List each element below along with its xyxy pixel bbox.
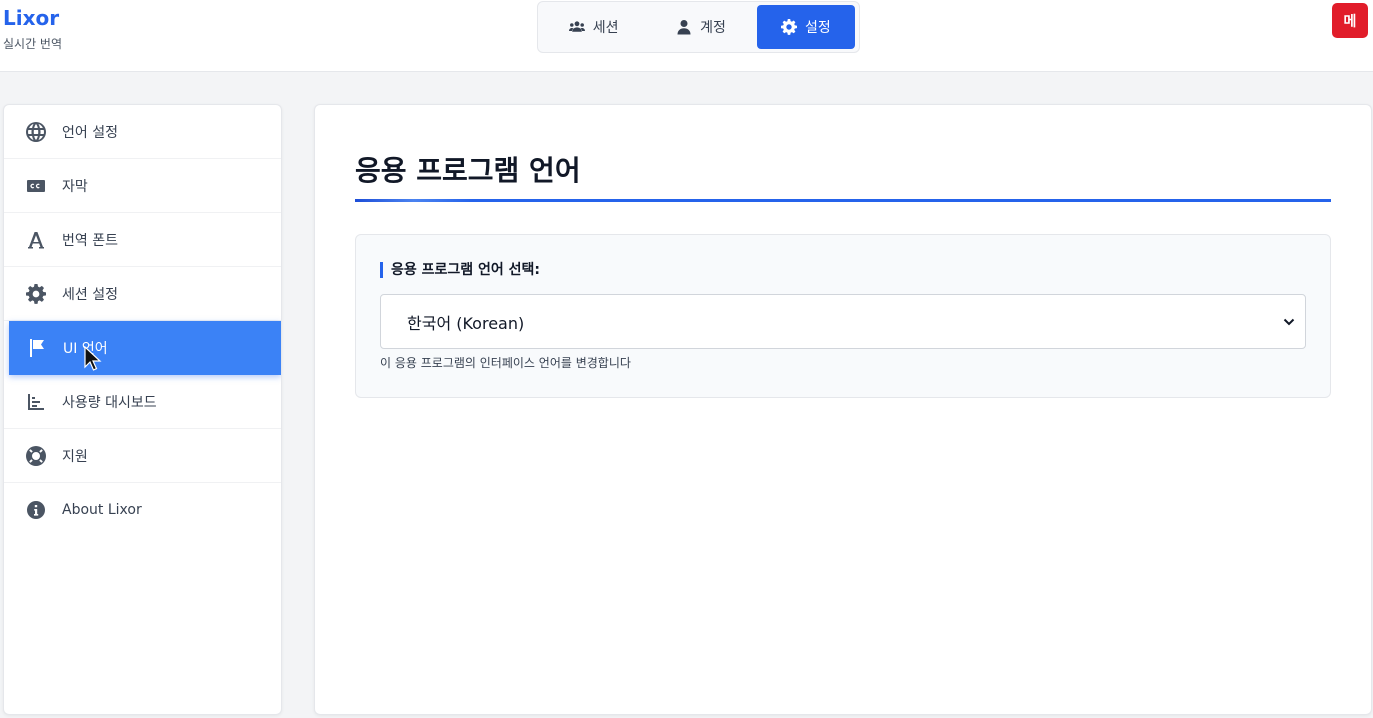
- flag-icon: [30, 338, 44, 357]
- sidebar-item-label: About Lixor: [62, 502, 142, 518]
- brand-title: Lixor: [3, 6, 60, 30]
- brand-subtitle: 실시간 번역: [3, 37, 63, 51]
- gear-icon: [26, 283, 46, 304]
- sidebar-item-translation-font[interactable]: 번역 폰트: [4, 213, 281, 267]
- info-icon: [27, 501, 45, 519]
- chart-icon: [28, 393, 44, 410]
- tab-account-label: 계정: [700, 20, 726, 36]
- language-select-value: 한국어 (Korean): [407, 313, 525, 333]
- sidebar-item-label: 언어 설정: [62, 124, 118, 141]
- language-card: 응용 프로그램 언어 선택: 한국어 (Korean) 이 응용 프로그램의 인…: [355, 234, 1331, 398]
- main-nav: 세션 계정 설정: [537, 1, 860, 53]
- page-title: 응용 프로그램 언어: [355, 154, 581, 187]
- user-icon: [677, 20, 691, 35]
- closed-captions-icon: [27, 179, 45, 192]
- lifebuoy-icon: [26, 445, 46, 466]
- users-icon: [568, 21, 585, 32]
- title-divider: [355, 199, 1331, 202]
- sidebar-item-label: 사용량 대시보드: [62, 394, 157, 411]
- sidebar-item-ui-language[interactable]: UI 언어: [9, 321, 281, 375]
- gear-icon: [780, 19, 797, 35]
- tab-sessions[interactable]: 세션: [542, 5, 645, 49]
- tab-settings[interactable]: 설정: [756, 5, 856, 49]
- language-select[interactable]: 한국어 (Korean): [380, 294, 1306, 349]
- sidebar-item-session-settings[interactable]: 세션 설정: [4, 267, 281, 321]
- menu-button[interactable]: 메: [1332, 3, 1368, 38]
- settings-sidebar: 언어 설정 자막 번역 폰트 세션 설정 UI 언어 사용량 대시보드 지원 A…: [3, 104, 282, 715]
- language-helper-text: 이 응용 프로그램의 인터페이스 언어를 변경합니다: [380, 356, 631, 370]
- app-header: Lixor 실시간 번역 세션 계정 설정 메: [0, 0, 1373, 72]
- sidebar-item-about[interactable]: About Lixor: [4, 483, 281, 537]
- sidebar-item-label: 번역 폰트: [62, 232, 118, 249]
- chevron-down-icon: [1283, 318, 1295, 325]
- brand: Lixor 실시간 번역: [3, 5, 62, 52]
- globe-icon: [26, 121, 46, 142]
- language-select-label: 응용 프로그램 언어 선택:: [380, 262, 540, 278]
- tab-sessions-label: 세션: [592, 20, 619, 36]
- sidebar-item-usage-dashboard[interactable]: 사용량 대시보드: [4, 375, 281, 429]
- sidebar-item-label: 지원: [62, 448, 88, 465]
- sidebar-item-label: 세션 설정: [62, 286, 118, 303]
- tab-settings-label: 설정: [804, 20, 831, 36]
- sidebar-item-language-settings[interactable]: 언어 설정: [4, 105, 281, 159]
- sidebar-item-support[interactable]: 지원: [4, 429, 281, 483]
- tab-account[interactable]: 계정: [649, 5, 752, 49]
- font-icon: [28, 231, 44, 248]
- sidebar-item-label: 자막: [62, 178, 88, 195]
- main-panel: 응용 프로그램 언어 응용 프로그램 언어 선택: 한국어 (Korean) 이…: [314, 104, 1372, 715]
- sidebar-item-subtitles[interactable]: 자막: [4, 159, 281, 213]
- mouse-cursor-icon: [84, 346, 102, 371]
